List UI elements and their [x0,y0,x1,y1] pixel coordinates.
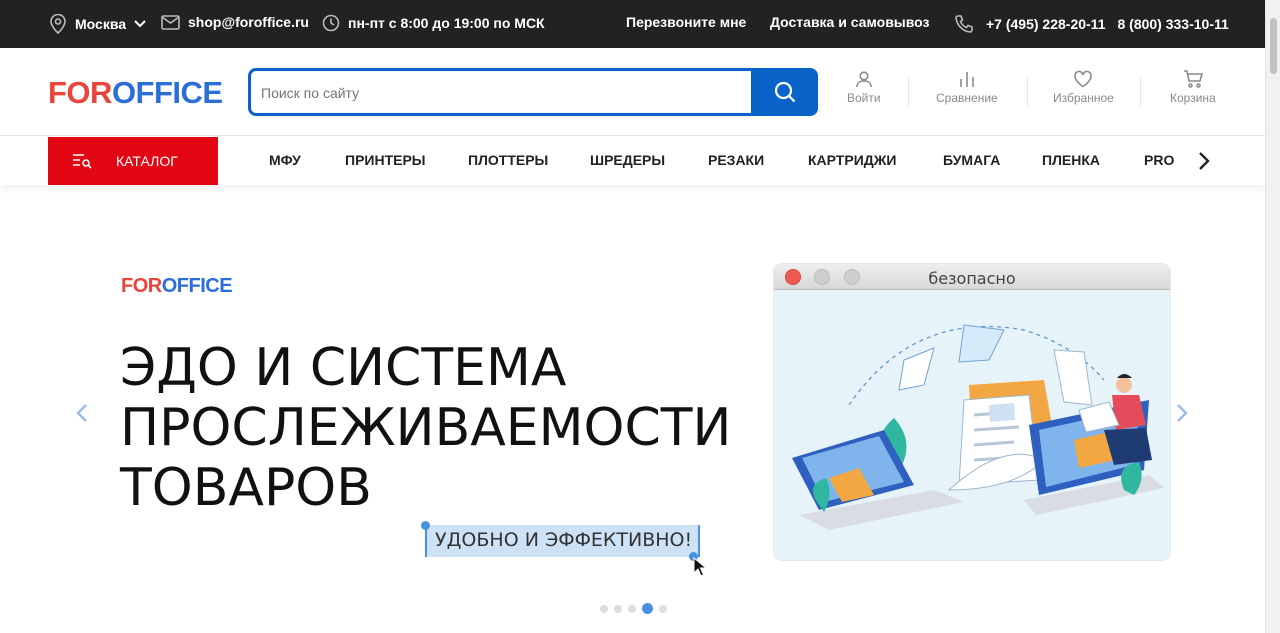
work-hours: пн-пт с 8:00 до 19:00 по МСК [322,14,545,32]
nav-item-pro[interactable]: PRO [1144,152,1174,168]
main-nav: КАТАЛОГ МФУ ПРИНТЕРЫ ПЛОТТЕРЫ ШРЕДЕРЫ РЕ… [0,137,1265,185]
city-selector[interactable]: Москва [49,14,146,34]
page-scrollbar[interactable] [1265,0,1280,633]
logo-blue-part: OFFICE [111,75,223,110]
window-title: безопасно [928,269,1016,288]
phone-icon [955,15,973,33]
bar-chart-icon [960,72,974,87]
login-link[interactable]: Войти [847,70,881,105]
window-titlebar: безопасно [774,264,1170,290]
phone-1[interactable]: +7 (495) 228-20-11 [986,16,1105,32]
nav-item-cartridges[interactable]: КАРТРИДЖИ [808,152,896,168]
site-header: FOROFFICE Войти Сравнение Избранное Корз… [0,48,1265,136]
slider-prev-button[interactable] [59,390,105,436]
divider [908,76,909,106]
hours-text: пн-пт с 8:00 до 19:00 по МСК [348,15,545,31]
logo-blue-part: OFFICE [161,275,233,297]
catalog-label: КАТАЛОГ [116,153,178,169]
nav-item-cutters[interactable]: РЕЗАКИ [708,152,764,168]
cart-label: Корзина [1170,91,1216,105]
banner-logo: FOROFFICE [121,275,233,298]
pagination-dot[interactable] [642,603,653,614]
nav-item-plotters[interactable]: ПЛОТТЕРЫ [468,152,548,168]
mail-icon [161,14,180,30]
nav-item-shredders[interactable]: ШРЕДЕРЫ [590,152,665,168]
scrollbar-thumb[interactable] [1270,18,1277,74]
site-logo[interactable]: FOROFFICE [48,75,223,111]
logo-red-part: FOR [48,75,112,110]
user-icon [855,71,872,88]
search-button[interactable] [751,68,818,116]
headline-line: ЭДО И СИСТЕМА [120,338,567,398]
pagination-dot[interactable] [659,604,667,613]
top-bar: Москва shop@foroffice.ru пн-пт с 8:00 до… [0,0,1265,48]
compare-link[interactable]: Сравнение [936,70,998,105]
pagination-dot[interactable] [614,604,622,613]
search-icon [774,81,795,103]
nav-scroll-right-button[interactable] [1198,151,1210,176]
chevron-left-icon [76,404,87,422]
clock-icon [322,14,340,32]
cart-icon [1183,70,1203,88]
delivery-label: Доставка и самовывоз [770,14,930,30]
favorites-link[interactable]: Избранное [1053,70,1114,105]
compare-label: Сравнение [936,91,998,105]
selection-start-handle[interactable] [421,521,430,530]
email-link[interactable]: shop@foroffice.ru [161,14,309,30]
pagination-dot[interactable] [600,604,608,613]
login-label: Войти [847,91,881,105]
banner-subtitle-selected[interactable]: УДОБНО И ЭФФЕКТИВНО! [425,525,701,557]
chevron-right-icon [1177,404,1188,422]
search-input[interactable] [261,81,741,105]
phone-2[interactable]: 8 (800) 333-10-11 [1117,16,1228,32]
nav-item-paper[interactable]: БУМАГА [943,152,1000,168]
edo-illustration [792,324,1164,530]
callback-link[interactable]: Перезвоните мне [626,14,746,30]
city-label: Москва [75,16,127,32]
chevron-right-icon [1199,152,1210,170]
catalog-button[interactable]: КАТАЛОГ [48,137,218,185]
logo-red-part: FOR [121,275,162,297]
divider [1027,76,1028,106]
delivery-link[interactable]: Доставка и самовывоз [770,14,930,30]
nav-item-film[interactable]: ПЛЕНКА [1042,152,1100,168]
search-box [248,68,818,116]
illustration-window: безопасно [774,264,1170,560]
heart-icon [1074,70,1093,88]
email-text: shop@foroffice.ru [188,14,309,30]
divider [1140,76,1141,106]
chevron-down-icon [134,20,146,28]
location-pin-icon [50,14,66,34]
nav-item-mfu[interactable]: МФУ [269,152,301,168]
callback-label: Перезвоните мне [626,14,747,30]
pagination-dot[interactable] [628,604,636,613]
favorites-label: Избранное [1053,91,1114,105]
headline-line: ПРОСЛЕЖИВАЕМОСТИ [120,398,732,458]
nav-item-printers[interactable]: ПРИНТЕРЫ [345,152,426,168]
cart-link[interactable]: Корзина [1170,70,1216,105]
slider-pagination [600,603,667,614]
phone-block: +7 (495) 228-20-11 8 (800) 333-10-11 [954,14,1229,34]
mouse-cursor-icon [693,557,707,577]
banner-headline: ЭДО И СИСТЕМА ПРОСЛЕЖИВАЕМОСТИ ТОВАРОВ [120,338,731,518]
headline-line: ТОВАРОВ [120,458,372,518]
menu-search-icon [73,154,92,169]
